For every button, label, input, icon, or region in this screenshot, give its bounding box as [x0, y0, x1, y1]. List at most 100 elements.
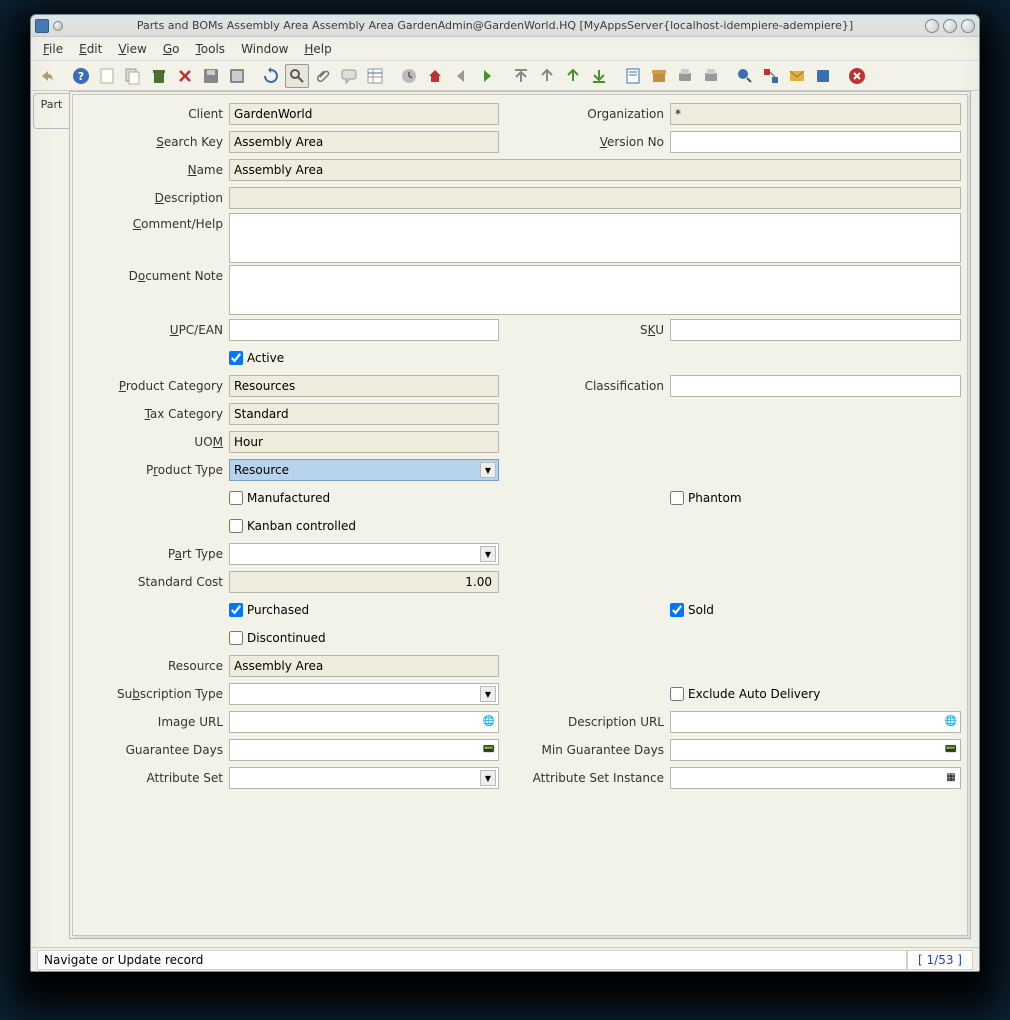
label-resource: Resource	[79, 659, 229, 673]
field-document-note[interactable]	[229, 265, 961, 315]
globe-icon[interactable]: 🌐	[943, 713, 959, 729]
history-icon[interactable]	[397, 64, 421, 88]
menu-view[interactable]: View	[110, 40, 154, 58]
parent-icon[interactable]	[509, 64, 533, 88]
content-area: Part Client GardenWorld Organization *	[31, 91, 979, 947]
first-icon[interactable]	[561, 64, 585, 88]
checkbox-exclude-auto-delivery[interactable]	[670, 687, 684, 701]
zoom-icon[interactable]	[733, 64, 757, 88]
report-icon[interactable]	[621, 64, 645, 88]
menu-tools[interactable]: Tools	[187, 40, 233, 58]
app-window: Parts and BOMs Assembly Area Assembly Ar…	[30, 14, 980, 972]
label-active: Active	[247, 351, 284, 365]
tab-part[interactable]: Part	[33, 93, 69, 129]
field-client[interactable]: GardenWorld	[229, 103, 499, 125]
field-uom[interactable]: Hour	[229, 431, 499, 453]
field-upc-ean[interactable]	[229, 319, 499, 341]
save-create-icon[interactable]	[225, 64, 249, 88]
field-name[interactable]: Assembly Area	[229, 159, 961, 181]
field-classification[interactable]	[670, 375, 961, 397]
calculator-icon[interactable]: 📟	[481, 741, 497, 757]
chevron-down-icon[interactable]: ▼	[480, 546, 496, 562]
minimize-icon[interactable]	[925, 19, 939, 33]
label-description-url: Description URL	[520, 715, 670, 729]
exit-icon[interactable]	[845, 64, 869, 88]
archive-icon[interactable]	[647, 64, 671, 88]
undo-icon[interactable]	[35, 64, 59, 88]
field-version-no[interactable]	[670, 131, 961, 153]
field-guarantee-days[interactable]	[229, 739, 499, 761]
product-info-icon[interactable]	[811, 64, 835, 88]
checkbox-active[interactable]	[229, 351, 243, 365]
checkbox-sold[interactable]	[670, 603, 684, 617]
chat-icon[interactable]	[337, 64, 361, 88]
back-icon[interactable]	[449, 64, 473, 88]
delete-selected-icon[interactable]	[173, 64, 197, 88]
label-search-key: Search Key	[79, 135, 229, 149]
request-icon[interactable]	[785, 64, 809, 88]
maximize-icon[interactable]	[943, 19, 957, 33]
titlebar: Parts and BOMs Assembly Area Assembly Ar…	[31, 15, 979, 37]
attachment-icon[interactable]	[311, 64, 335, 88]
field-standard-cost[interactable]: 1.00	[229, 571, 499, 593]
lookup-icon[interactable]	[285, 64, 309, 88]
field-comment-help[interactable]	[229, 213, 961, 263]
calculator-icon[interactable]: 📟	[943, 741, 959, 757]
menu-help[interactable]: Help	[296, 40, 339, 58]
field-image-url[interactable]	[229, 711, 499, 733]
checkbox-purchased[interactable]	[229, 603, 243, 617]
checkbox-kanban[interactable]	[229, 519, 243, 533]
picker-icon[interactable]: ▦	[943, 769, 959, 785]
detail-icon[interactable]	[535, 64, 559, 88]
field-search-key[interactable]: Assembly Area	[229, 131, 499, 153]
label-product-type: Product Type	[79, 463, 229, 477]
label-attribute-set: Attribute Set	[79, 771, 229, 785]
home-icon[interactable]	[423, 64, 447, 88]
checkbox-phantom[interactable]	[670, 491, 684, 505]
forward-icon[interactable]	[475, 64, 499, 88]
toolbar: ?	[31, 61, 979, 91]
menu-window[interactable]: Window	[233, 40, 296, 58]
status-page: [ 1/53 ]	[907, 950, 973, 970]
delete-record-icon[interactable]	[147, 64, 171, 88]
print-preview-icon[interactable]	[673, 64, 697, 88]
grid-toggle-icon[interactable]	[363, 64, 387, 88]
label-comment-help: Comment/Help	[79, 213, 229, 231]
field-tax-category[interactable]: Standard	[229, 403, 499, 425]
field-subscription-type[interactable]: ▼	[229, 683, 499, 705]
menu-file[interactable]: File	[35, 40, 71, 58]
chevron-down-icon[interactable]: ▼	[480, 462, 496, 478]
field-attribute-set[interactable]: ▼	[229, 767, 499, 789]
field-description-url[interactable]	[670, 711, 961, 733]
label-discontinued: Discontinued	[247, 631, 326, 645]
field-min-guarantee-days[interactable]	[670, 739, 961, 761]
active-workflow-icon[interactable]	[759, 64, 783, 88]
menu-edit[interactable]: Edit	[71, 40, 110, 58]
help-icon[interactable]: ?	[69, 64, 93, 88]
globe-icon[interactable]: 🌐	[481, 713, 497, 729]
label-sku: SKU	[520, 323, 670, 337]
chevron-down-icon[interactable]: ▼	[480, 770, 496, 786]
save-icon[interactable]	[199, 64, 223, 88]
refresh-icon[interactable]	[259, 64, 283, 88]
checkbox-manufactured[interactable]	[229, 491, 243, 505]
new-record-icon[interactable]	[95, 64, 119, 88]
field-organization[interactable]: *	[670, 103, 961, 125]
last-icon[interactable]	[587, 64, 611, 88]
field-attribute-set-instance[interactable]	[670, 767, 961, 789]
field-description[interactable]	[229, 187, 961, 209]
menu-go[interactable]: Go	[155, 40, 188, 58]
label-image-url: Image URL	[79, 715, 229, 729]
chevron-down-icon[interactable]: ▼	[480, 686, 496, 702]
field-product-category[interactable]: Resources	[229, 375, 499, 397]
field-resource[interactable]: Assembly Area	[229, 655, 499, 677]
print-icon[interactable]	[699, 64, 723, 88]
field-sku[interactable]	[670, 319, 961, 341]
field-part-type[interactable]: ▼	[229, 543, 499, 565]
field-product-type[interactable]: Resource ▼	[229, 459, 499, 481]
close-window-icon[interactable]	[961, 19, 975, 33]
copy-record-icon[interactable]	[121, 64, 145, 88]
label-uom: UOM	[79, 435, 229, 449]
checkbox-discontinued[interactable]	[229, 631, 243, 645]
window-menu-icon[interactable]	[53, 21, 63, 31]
